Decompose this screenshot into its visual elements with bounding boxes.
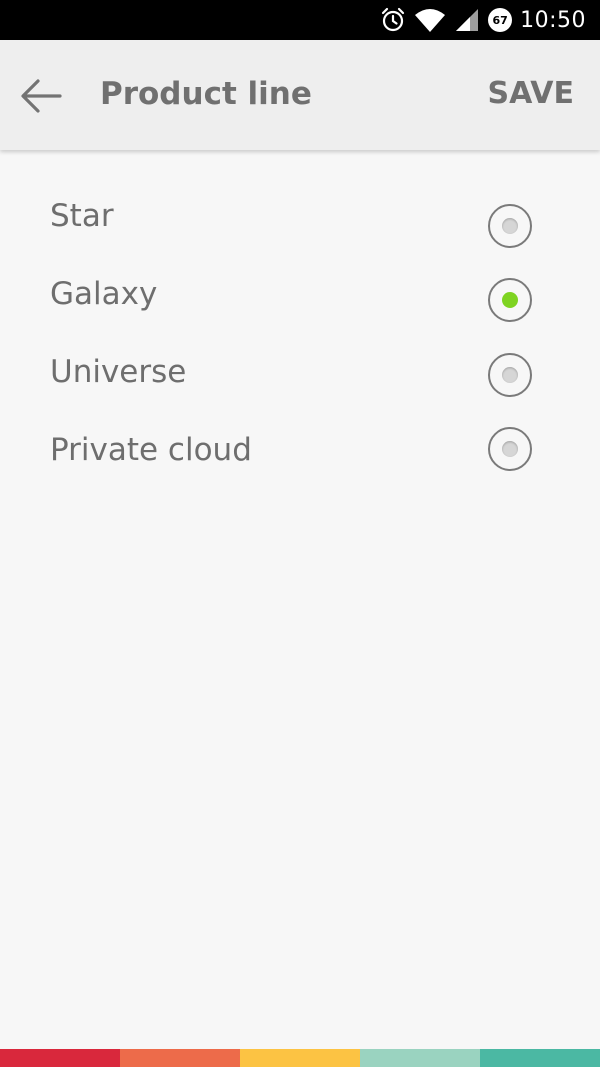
alarm-icon [380,7,406,33]
back-button[interactable] [18,74,64,120]
arrow-back-icon [18,79,64,124]
color-strip-segment [0,1049,120,1067]
option-label: Universe [50,354,187,390]
option-universe[interactable]: Universe [0,336,600,414]
radio-button[interactable] [488,353,532,397]
option-label: Star [50,198,114,234]
save-button[interactable]: SAVE [488,76,575,111]
product-line-options: Star Galaxy Universe Private cloud [0,180,600,492]
wifi-icon [414,7,446,33]
radio-button[interactable] [488,278,532,322]
color-strip-segment [360,1049,480,1067]
radio-dot [502,292,518,308]
option-label: Private cloud [50,432,252,468]
status-bar: 67 10:50 [0,0,600,40]
option-label: Galaxy [50,276,158,312]
option-galaxy[interactable]: Galaxy [0,258,600,336]
clock: 10:50 [520,7,586,33]
radio-button[interactable] [488,204,532,248]
status-icons: 67 10:50 [380,0,586,40]
radio-dot [502,441,518,457]
color-strip-segment [480,1049,600,1067]
battery-icon: 67 [488,8,513,32]
radio-dot [502,218,518,234]
option-star[interactable]: Star [0,180,600,258]
option-private-cloud[interactable]: Private cloud [0,414,600,492]
page-title: Product line [100,76,312,112]
color-strip-segment [240,1049,360,1067]
radio-button[interactable] [488,427,532,471]
color-strip-segment [120,1049,240,1067]
brand-color-strip [0,1049,600,1067]
cell-signal-icon [454,7,480,33]
app-bar: Product line SAVE [0,40,600,150]
radio-dot [502,367,518,383]
